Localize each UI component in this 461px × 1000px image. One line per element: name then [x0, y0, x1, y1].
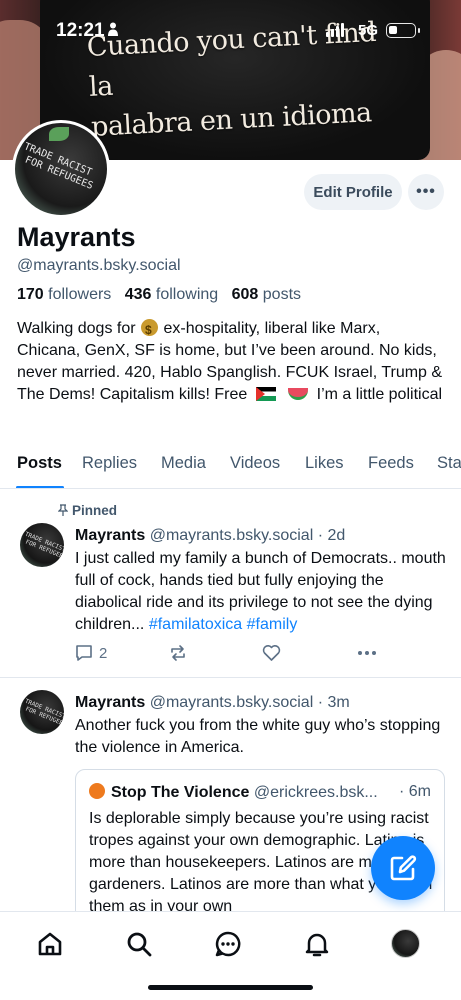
- home-icon[interactable]: [36, 930, 64, 958]
- followers-link[interactable]: 170 followers: [17, 286, 111, 303]
- post-author[interactable]: Mayrants: [75, 527, 145, 544]
- post-time[interactable]: · 3m: [318, 694, 350, 711]
- post-time[interactable]: · 2d: [318, 527, 346, 544]
- status-bar: 12:21 5G: [0, 16, 461, 46]
- posts-count: 608 posts: [231, 286, 302, 303]
- tab-likes[interactable]: Likes: [305, 454, 344, 473]
- palestine-flag-emoji-icon: [255, 387, 276, 401]
- tab-videos[interactable]: Videos: [230, 454, 280, 473]
- tab-media[interactable]: Media: [161, 454, 206, 473]
- profile-bio: Walking dogs for ex-hospitality, liberal…: [17, 318, 447, 406]
- compose-button[interactable]: [371, 836, 435, 900]
- ellipsis-icon: [358, 651, 376, 655]
- avatar-leaf-decoration: [49, 127, 69, 141]
- quoted-post-author: Stop The Violence: [111, 784, 250, 801]
- quoted-author-avatar: [89, 783, 105, 799]
- profile-tabs: Posts Replies Media Videos Likes Feeds S…: [0, 446, 461, 490]
- tab-feeds[interactable]: Feeds: [368, 454, 414, 473]
- more-options-button[interactable]: •••: [408, 174, 444, 210]
- post-divider: [0, 677, 461, 678]
- post-handle[interactable]: @mayrants.bsky.social: [150, 694, 314, 711]
- post-header: Mayrants @mayrants.bsky.social · 3m: [75, 694, 350, 712]
- watermelon-emoji-icon: [288, 388, 309, 400]
- quoted-post-handle: @erickrees.bsk...: [253, 784, 378, 801]
- post-handle[interactable]: @mayrants.bsky.social: [150, 527, 314, 544]
- pinned-label: Pinned: [58, 503, 117, 518]
- repost-button[interactable]: [169, 642, 187, 664]
- post-actions: 2: [75, 642, 385, 664]
- pin-icon: [58, 504, 68, 516]
- bell-icon[interactable]: [303, 930, 331, 958]
- tab-starter-packs[interactable]: Sta: [437, 454, 461, 473]
- reply-count: 2: [99, 644, 108, 662]
- display-name: Mayrants: [17, 222, 136, 252]
- heart-icon: [262, 645, 281, 661]
- post-avatar[interactable]: TRADE RACIST FOR REFUGEES: [20, 690, 64, 734]
- compose-icon: [390, 855, 417, 881]
- network-label: 5G: [358, 22, 379, 39]
- reply-icon: [76, 645, 92, 661]
- money-bag-emoji-icon: [141, 319, 159, 341]
- profile-handle: @mayrants.bsky.social: [17, 257, 181, 274]
- avatar-text: TRADE RACIST FOR REFUGEES: [17, 141, 95, 192]
- following-link[interactable]: 436 following: [125, 286, 218, 303]
- search-icon[interactable]: [125, 930, 153, 958]
- reply-button[interactable]: 2: [75, 642, 107, 664]
- chat-icon[interactable]: [214, 930, 242, 958]
- tabs-divider: [0, 488, 461, 489]
- tab-posts[interactable]: Posts: [17, 454, 62, 473]
- hashtag-link[interactable]: #familatoxica: [149, 616, 242, 633]
- battery-icon: [386, 23, 420, 38]
- status-time: 12:21: [56, 20, 105, 41]
- home-indicator: [148, 985, 313, 990]
- repost-icon: [171, 645, 185, 661]
- person-icon: [108, 22, 118, 36]
- signal-icon: [326, 23, 344, 37]
- post-more-button[interactable]: [357, 642, 377, 664]
- tab-replies[interactable]: Replies: [82, 454, 137, 473]
- hashtag-link[interactable]: #family: [247, 616, 298, 633]
- post-avatar[interactable]: TRADE RACIST FOR REFUGEES: [20, 523, 64, 567]
- profile-avatar[interactable]: TRADE RACIST FOR REFUGEES: [12, 120, 110, 218]
- like-button[interactable]: [262, 642, 281, 664]
- profile-stats: 170 followers 436 following 608 posts: [17, 286, 301, 304]
- quoted-post-time: · 6m: [399, 783, 431, 800]
- post-text[interactable]: Another fuck you from the white guy who’…: [75, 715, 447, 759]
- post-author[interactable]: Mayrants: [75, 694, 145, 711]
- edit-profile-button[interactable]: Edit Profile: [304, 174, 402, 210]
- post-header: Mayrants @mayrants.bsky.social · 2d: [75, 527, 345, 545]
- quoted-post-header: Stop The Violence @erickrees.bsk...: [89, 783, 434, 802]
- post-text[interactable]: I just called my family a bunch of Democ…: [75, 548, 447, 636]
- profile-tab-avatar[interactable]: [391, 929, 420, 958]
